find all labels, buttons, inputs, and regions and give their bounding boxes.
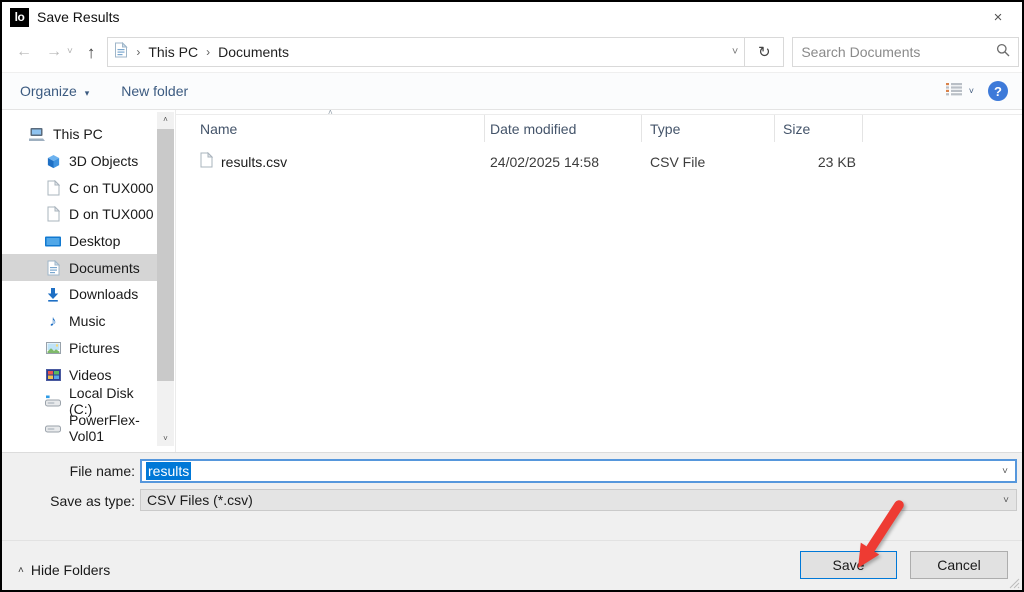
sidebar-scrollbar[interactable]: ˄ ˅	[157, 112, 174, 446]
command-toolbar: Organize ▾ New folder ˅ ?	[2, 72, 1022, 110]
file-icon	[45, 206, 61, 222]
column-header-name[interactable]: Name	[176, 115, 485, 142]
app-logo-icon: lo	[10, 8, 29, 27]
desktop-icon	[45, 235, 61, 248]
help-button[interactable]: ?	[988, 81, 1008, 101]
sidebar-item-powerflex-vol01[interactable]: PowerFlex-Vol01	[2, 415, 157, 442]
scroll-up-icon[interactable]: ˄	[157, 112, 174, 127]
refresh-icon: ↻	[758, 43, 771, 61]
sidebar-item-videos[interactable]: Videos	[2, 361, 157, 388]
save-as-type-select[interactable]: CSV Files (*.csv) ˅	[140, 489, 1017, 511]
change-view-button[interactable]: ˅	[945, 82, 974, 101]
hide-folders-button[interactable]: ˄ Hide Folders	[10, 557, 118, 583]
sidebar: This PC 3D Objects C on TUX000 D on TUX000 D…	[2, 110, 157, 452]
disk-icon	[45, 421, 61, 434]
view-dropdown-icon: ˅	[969, 86, 974, 96]
titlebar: lo Save Results ×	[2, 2, 1022, 32]
refresh-button[interactable]: ↻	[745, 37, 784, 67]
window-title: Save Results	[37, 9, 119, 25]
sidebar-item-this-pc[interactable]: This PC	[2, 121, 157, 148]
breadcrumb-separator: ›	[206, 45, 210, 59]
back-icon[interactable]: ←	[16, 44, 32, 60]
close-icon[interactable]: ×	[986, 6, 1010, 28]
save-as-type-label: Save as type:	[2, 493, 135, 509]
breadcrumb-separator: ›	[136, 45, 140, 59]
details-view-icon	[945, 82, 963, 101]
save-dialog-window: lo Save Results × ← → ˅ ↑ › This PC › Do…	[0, 0, 1024, 592]
save-as-type-value: CSV Files (*.csv)	[147, 492, 253, 508]
navigation-bar: ← → ˅ ↑ › This PC › Documents ˅ ↻	[2, 32, 1022, 72]
file-icon	[45, 180, 61, 196]
cancel-button[interactable]: Cancel	[910, 551, 1008, 579]
column-headers: NameDate modifiedTypeSize	[176, 114, 1022, 142]
file-name-input[interactable]: results ˅	[140, 459, 1017, 483]
file-name-dropdown-icon[interactable]: ˅	[1002, 466, 1008, 477]
new-folder-button[interactable]: New folder	[121, 83, 188, 99]
search-box[interactable]	[792, 37, 1019, 67]
sidebar-item-label: Pictures	[69, 340, 120, 356]
address-dropdown-icon[interactable]: ˅	[732, 46, 738, 58]
sidebar-item-label: This PC	[53, 126, 103, 142]
file-name: results.csv	[221, 154, 287, 170]
sidebar-item-local-disk-c[interactable]: Local Disk (C:)	[2, 388, 157, 415]
folder-location-icon	[114, 42, 128, 63]
file-name-label: File name:	[2, 463, 135, 479]
dialog-footer: File name: results ˅ Save as type: CSV F…	[2, 452, 1022, 590]
download-icon	[45, 287, 61, 302]
sidebar-item-label: Downloads	[69, 286, 138, 302]
sidebar-item-label: Desktop	[69, 233, 120, 249]
file-type: CSV File	[642, 148, 775, 175]
sidebar-item-label: D on TUX000	[69, 206, 154, 222]
sidebar-item-label: 3D Objects	[69, 153, 138, 169]
file-row[interactable]: results.csv 24/02/2025 14:58CSV File23 KB	[176, 148, 1022, 175]
sidebar-item-d-on-tux000[interactable]: D on TUX000	[2, 201, 157, 228]
scroll-down-icon[interactable]: ˅	[157, 431, 174, 446]
column-header-date-modified[interactable]: Date modified	[485, 115, 642, 142]
button-strip: ˄ Hide Folders Save Cancel	[2, 540, 1022, 591]
breadcrumb-documents[interactable]: Documents	[218, 44, 289, 60]
save-as-type-dropdown-icon[interactable]: ˅	[1003, 495, 1009, 506]
sidebar-item-label: C on TUX000	[69, 180, 154, 196]
scrollbar-thumb[interactable]	[157, 129, 174, 381]
cube-icon	[45, 154, 61, 169]
resize-grip[interactable]	[1009, 578, 1020, 589]
sidebar-item-documents[interactable]: Documents	[2, 254, 157, 281]
column-header-size[interactable]: Size	[775, 115, 863, 142]
organize-button[interactable]: Organize ▾	[20, 83, 89, 99]
sidebar-item-desktop[interactable]: Desktop	[2, 228, 157, 255]
collapse-icon: ˄	[18, 565, 24, 576]
disk-os-icon	[45, 395, 61, 408]
sidebar-item-c-on-tux000[interactable]: C on TUX000	[2, 174, 157, 201]
breadcrumb: › This PC › Documents ˅	[107, 37, 745, 67]
column-header-type[interactable]: Type	[642, 115, 775, 142]
file-list: ˄ NameDate modifiedTypeSize results.csv2…	[176, 110, 1022, 452]
search-input[interactable]	[801, 44, 996, 60]
sidebar-item-music[interactable]: ♪ Music	[2, 308, 157, 335]
picture-icon	[45, 342, 61, 354]
sidebar-item-label: PowerFlex-Vol01	[69, 412, 157, 444]
file-date-modified: 24/02/2025 14:58	[485, 148, 642, 175]
file-icon	[200, 152, 213, 171]
history-dropdown-icon[interactable]: ˅	[67, 47, 73, 57]
sidebar-item-pictures[interactable]: Pictures	[2, 335, 157, 362]
document-icon	[45, 260, 61, 276]
sidebar-item-label: Videos	[69, 367, 112, 383]
sidebar-item-label: Music	[69, 313, 106, 329]
sidebar-item-downloads[interactable]: Downloads	[2, 281, 157, 308]
breadcrumb-this-pc[interactable]: This PC	[148, 44, 198, 60]
file-name-value: results	[146, 462, 191, 480]
forward-icon[interactable]: →	[46, 44, 62, 60]
up-icon[interactable]: ↑	[87, 44, 96, 61]
sidebar-item-label: Documents	[69, 260, 140, 276]
toolbar-right: ˅ ?	[945, 81, 1008, 101]
sidebar-item-3d-objects[interactable]: 3D Objects	[2, 148, 157, 175]
save-button[interactable]: Save	[800, 551, 897, 579]
organize-caret-icon: ▾	[85, 88, 90, 98]
dialog-body: This PC 3D Objects C on TUX000 D on TUX000 D…	[2, 110, 1022, 452]
file-size: 23 KB	[775, 148, 863, 175]
music-icon: ♪	[45, 314, 61, 329]
video-icon	[45, 369, 61, 381]
search-icon	[996, 43, 1010, 62]
computer-icon	[29, 127, 45, 142]
